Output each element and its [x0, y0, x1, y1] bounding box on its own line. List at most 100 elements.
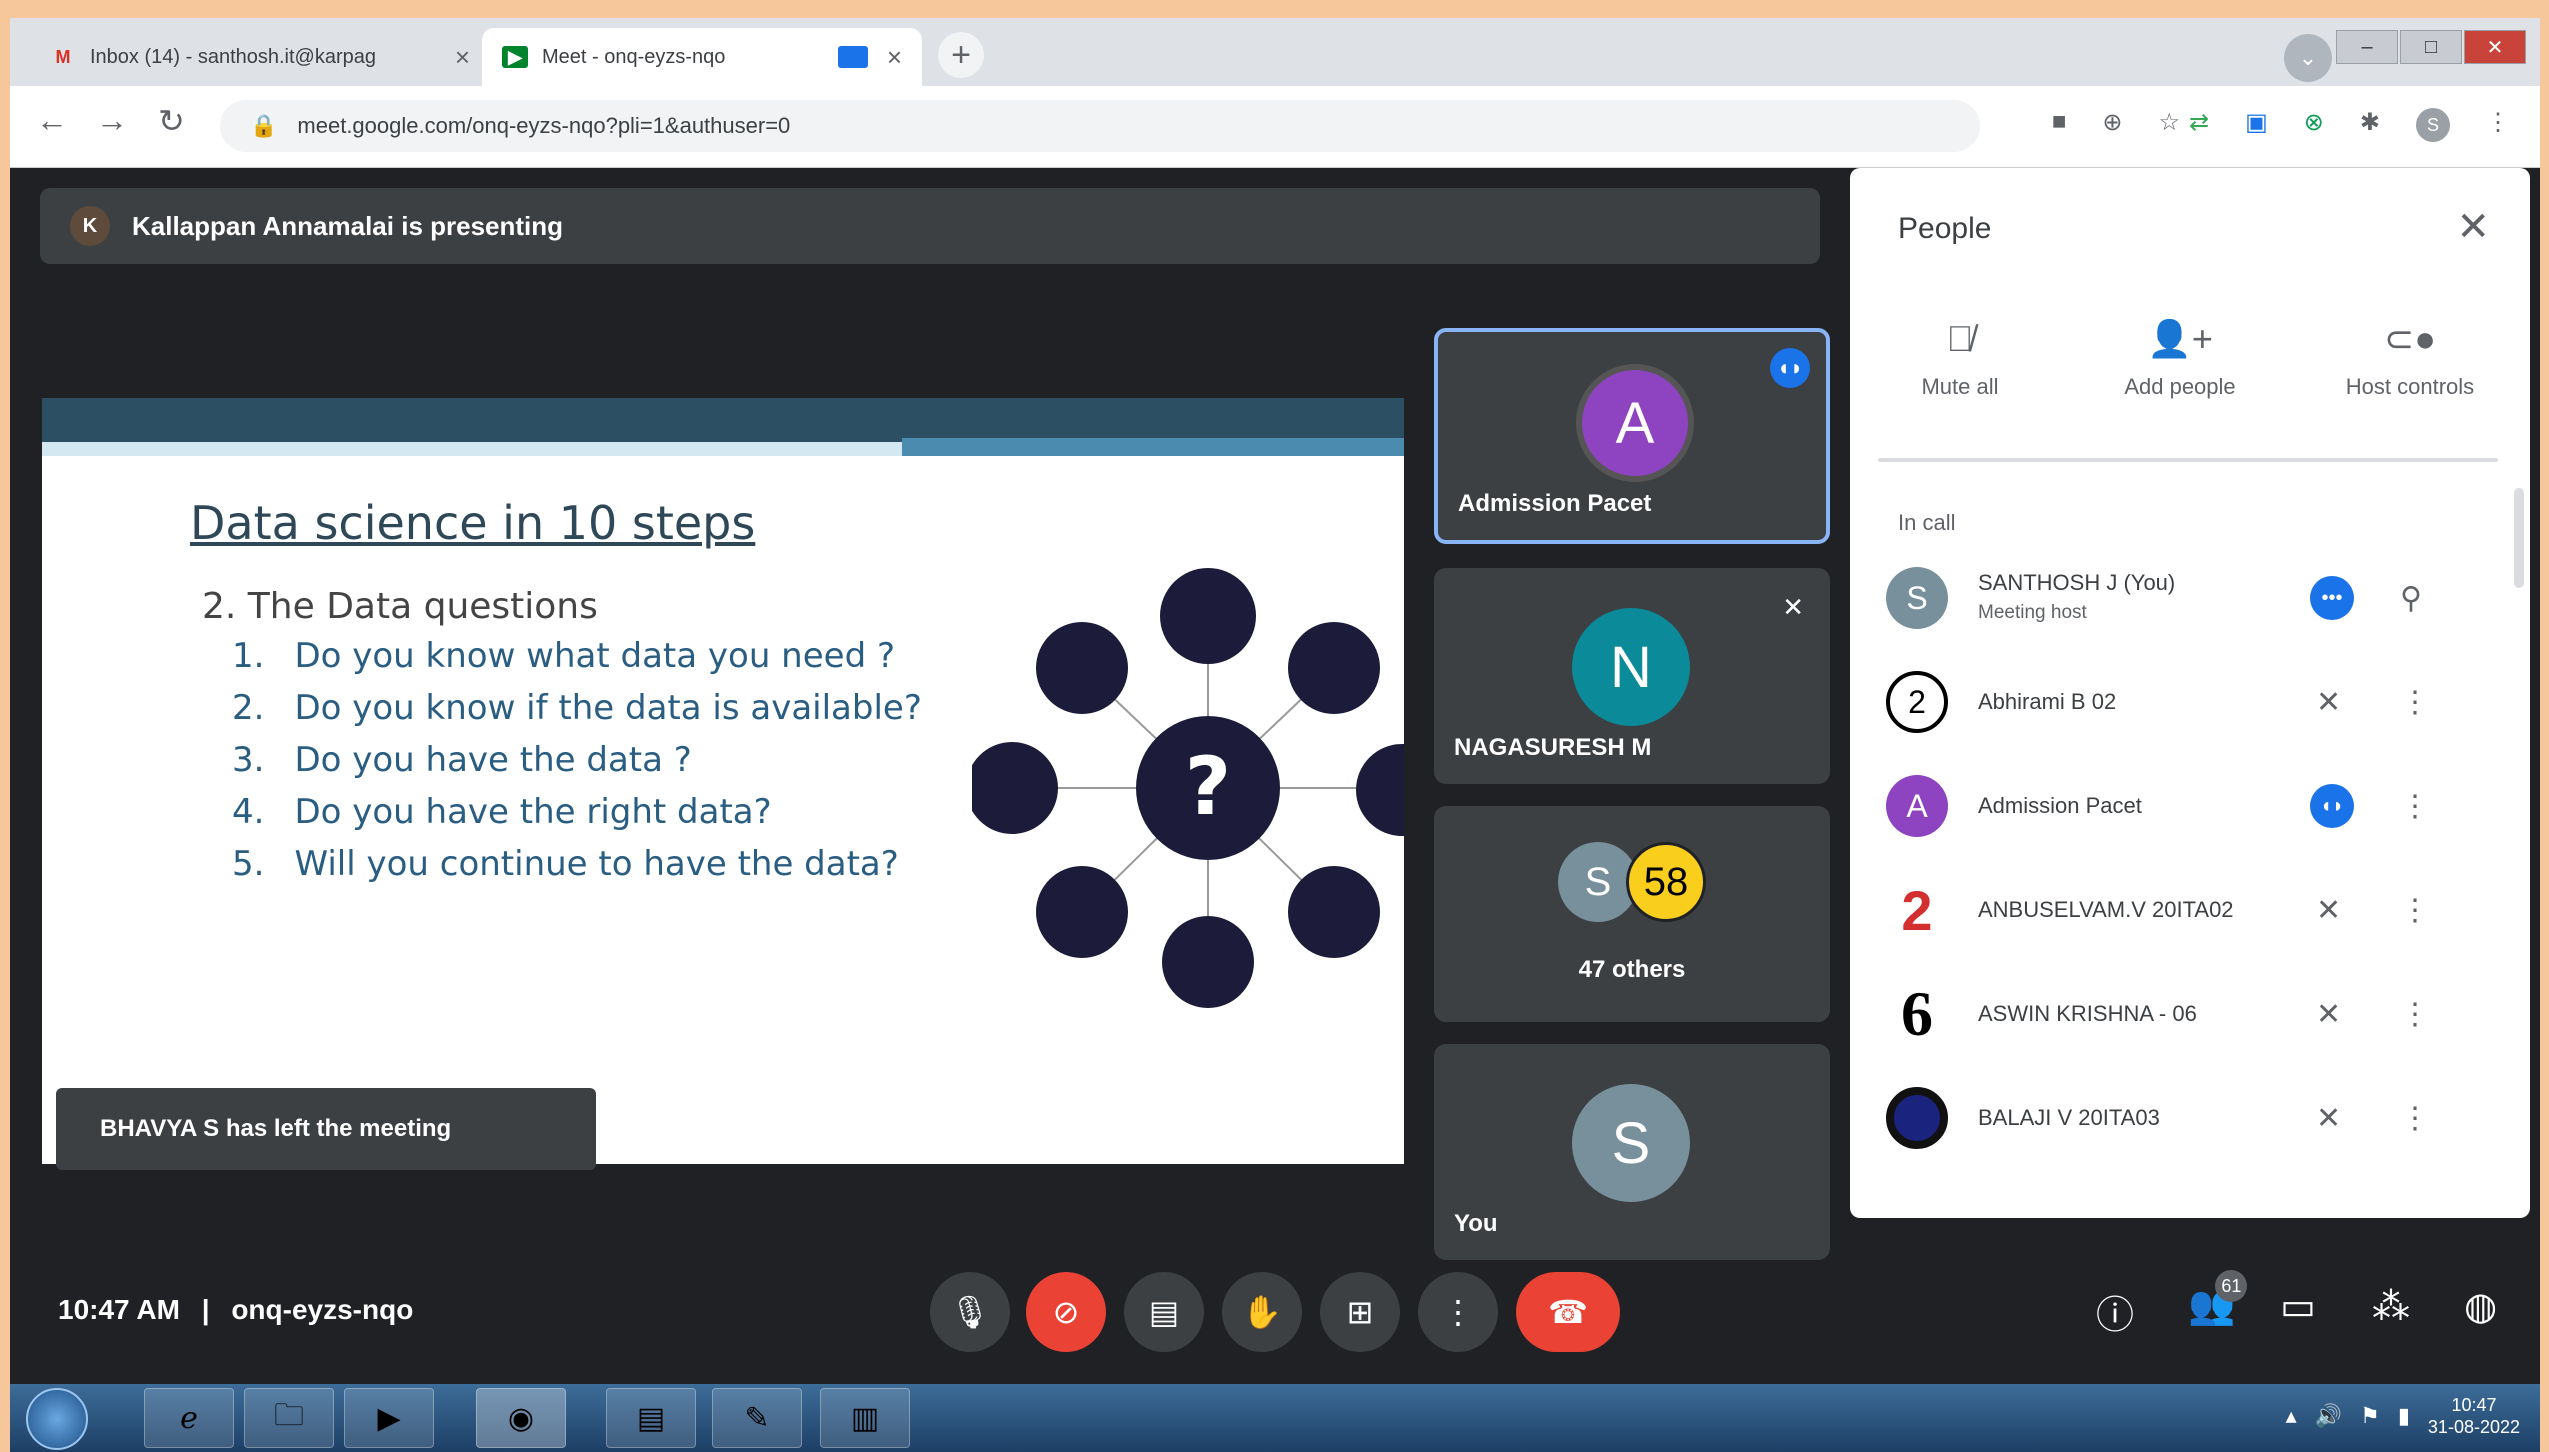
- gmail-icon: M: [55, 46, 71, 67]
- mic-off-icon: ✕: [2316, 685, 2342, 719]
- mic-off-icon: 🎙̸: [1946, 318, 1974, 359]
- browser-toolbar: ← → ↻ 🔒 meet.google.com/onq-eyzs-nqo?pli…: [10, 86, 2540, 168]
- participant-row[interactable]: BALAJI V 20ITA03 ✕ ⋮: [1886, 1078, 2486, 1158]
- tab-gmail[interactable]: M Inbox (14) - santhosh.it@karpag ×: [30, 28, 490, 86]
- document-icon[interactable]: ▤: [606, 1388, 696, 1448]
- present-icon: ⊞: [1346, 1294, 1374, 1330]
- captions-button[interactable]: ▤: [1124, 1272, 1204, 1352]
- tab-title: Meet - onq-eyzs-nqo: [542, 45, 726, 68]
- system-clock[interactable]: 10:47 31-08-2022: [2428, 1394, 2520, 1438]
- extension-icon[interactable]: ⊗: [2304, 108, 2324, 142]
- host-controls-button[interactable]: ⊂● Host controls: [2300, 318, 2520, 400]
- camera-off-icon: ⊘: [1052, 1294, 1080, 1330]
- ie-icon[interactable]: ℯ: [144, 1388, 234, 1448]
- close-icon[interactable]: ✕: [2456, 204, 2490, 250]
- flag-icon[interactable]: ⚑: [2360, 1403, 2380, 1429]
- participant-avatar: 2: [1886, 671, 1948, 733]
- meeting-details-button[interactable]: ⓘ: [2096, 1284, 2134, 1339]
- paint-icon[interactable]: ✎: [712, 1388, 802, 1448]
- address-bar[interactable]: 🔒 meet.google.com/onq-eyzs-nqo?pli=1&aut…: [220, 100, 1980, 152]
- new-tab-button[interactable]: +: [938, 32, 984, 78]
- camera-icon[interactable]: ■: [2052, 108, 2067, 137]
- extension-icon[interactable]: ▣: [2245, 108, 2268, 142]
- meeting-code: onq-eyzs-nqo: [231, 1294, 414, 1325]
- omnibox-actions: ■ ⊕ ☆: [2052, 108, 2180, 137]
- url-text: meet.google.com/onq-eyzs-nqo?pli=1&authu…: [297, 113, 791, 138]
- more-icon[interactable]: ⋮: [2400, 893, 2430, 928]
- speaking-icon: ◖◗: [2310, 784, 2354, 828]
- menu-icon[interactable]: ⋮: [2486, 108, 2510, 142]
- start-button[interactable]: [26, 1388, 88, 1450]
- participant-tile[interactable]: N ✕ NAGASURESH M: [1434, 568, 1830, 784]
- reload-icon[interactable]: ↻: [158, 102, 185, 140]
- participant-row[interactable]: 2 ANBUSELVAM.V 20ITA02 ✕ ⋮: [1886, 870, 2486, 950]
- self-tile[interactable]: S You: [1434, 1044, 1830, 1260]
- volume-icon[interactable]: 🔊: [2315, 1403, 2342, 1429]
- mic-off-icon: ✕: [2316, 997, 2342, 1031]
- mute-all-button[interactable]: 🎙̸ Mute all: [1850, 318, 2070, 400]
- participant-row[interactable]: 6 ASWIN KRISHNA - 06 ✕ ⋮: [1886, 974, 2486, 1054]
- more-icon[interactable]: ⋮: [2400, 685, 2430, 720]
- close-tab-icon[interactable]: ×: [887, 42, 902, 73]
- participant-tile[interactable]: A ◖◗ Admission Pacet: [1434, 328, 1830, 544]
- word-icon[interactable]: ▥: [820, 1388, 910, 1448]
- participant-row[interactable]: 2 Abhirami B 02 ✕ ⋮: [1886, 662, 2486, 742]
- vehicle-icon: [1036, 622, 1128, 714]
- more-icon[interactable]: ⋮: [2400, 1101, 2430, 1136]
- panel-title: People: [1898, 212, 1992, 245]
- install-icon[interactable]: ⊕: [2102, 108, 2122, 137]
- add-person-icon: 👤+: [2147, 318, 2213, 359]
- activities-icon: ⁂: [2372, 1286, 2410, 1328]
- more-icon[interactable]: ⋮: [2400, 789, 2430, 824]
- chrome-icon[interactable]: ◉: [476, 1388, 566, 1448]
- participant-name: ANBUSELVAM.V 20ITA02: [1978, 897, 2234, 922]
- mic-button[interactable]: 🎙: [930, 1272, 1010, 1352]
- meet-icon: ▶: [502, 46, 528, 68]
- people-button[interactable]: 👥 61: [2188, 1270, 2248, 1328]
- others-count: 58: [1626, 842, 1706, 922]
- extension-icon[interactable]: ⇄: [2189, 108, 2209, 142]
- presenting-text: Kallappan Annamalai is presenting: [132, 210, 564, 241]
- participant-row[interactable]: S SANTHOSH J (You) Meeting host ••• ⚲: [1886, 558, 2486, 638]
- participant-row[interactable]: A Admission Pacet ◖◗ ⋮: [1886, 766, 2486, 846]
- star-icon[interactable]: ☆: [2158, 108, 2180, 137]
- present-button[interactable]: ⊞: [1320, 1272, 1400, 1352]
- scrollbar[interactable]: [2514, 488, 2524, 588]
- profile-avatar[interactable]: S: [2416, 108, 2450, 142]
- close-window-button[interactable]: ✕: [2464, 30, 2526, 64]
- maximize-button[interactable]: □: [2400, 30, 2462, 64]
- back-icon[interactable]: ←: [36, 102, 68, 139]
- mic-off-icon: ✕: [2316, 893, 2342, 927]
- network-icon[interactable]: ▮: [2398, 1403, 2410, 1429]
- show-hidden-icon[interactable]: ▴: [2286, 1403, 2297, 1429]
- raise-hand-button[interactable]: ✋: [1222, 1272, 1302, 1352]
- info-icon: ⓘ: [2096, 1295, 2135, 1337]
- puzzle-icon[interactable]: ✱: [2360, 108, 2380, 142]
- activities-button[interactable]: ⁂: [2372, 1284, 2410, 1329]
- chat-button[interactable]: ▭: [2280, 1284, 2316, 1329]
- forward-icon[interactable]: →: [96, 102, 128, 139]
- mic-icon: 🎙: [949, 1294, 991, 1330]
- add-people-button[interactable]: 👤+ Add people: [2070, 318, 2290, 400]
- participant-name: BALAJI V 20ITA03: [1978, 1105, 2160, 1130]
- pin-icon[interactable]: ⚲: [2400, 581, 2422, 616]
- more-options-button[interactable]: ⋮: [1418, 1272, 1498, 1352]
- others-tile[interactable]: S 58 47 others: [1434, 806, 1830, 1022]
- more-icon[interactable]: ⋮: [2400, 997, 2430, 1032]
- tab-search-button[interactable]: ⌄: [2284, 34, 2332, 82]
- minimize-button[interactable]: –: [2336, 30, 2398, 64]
- participant-name: Admission Pacet: [1978, 793, 2142, 818]
- media-player-icon[interactable]: ▶: [344, 1388, 434, 1448]
- participant-name: Admission Pacet: [1458, 490, 1652, 517]
- close-tab-icon[interactable]: ×: [455, 42, 470, 73]
- data-types-diagram: ?: [972, 568, 1404, 1008]
- tab-title: Inbox (14) - santhosh.it@karpag: [90, 45, 377, 68]
- cloud-icon: [1036, 866, 1128, 958]
- meeting-info: 10:47 AM | onq-eyzs-nqo: [58, 1294, 414, 1325]
- folder-icon[interactable]: 🗀: [244, 1388, 334, 1448]
- camera-button[interactable]: ⊘: [1026, 1272, 1106, 1352]
- host-controls-button[interactable]: ◍: [2464, 1284, 2497, 1329]
- dollar-icon: [1288, 866, 1380, 958]
- captions-icon: ▤: [1148, 1294, 1180, 1330]
- leave-call-button[interactable]: ☎: [1516, 1272, 1620, 1352]
